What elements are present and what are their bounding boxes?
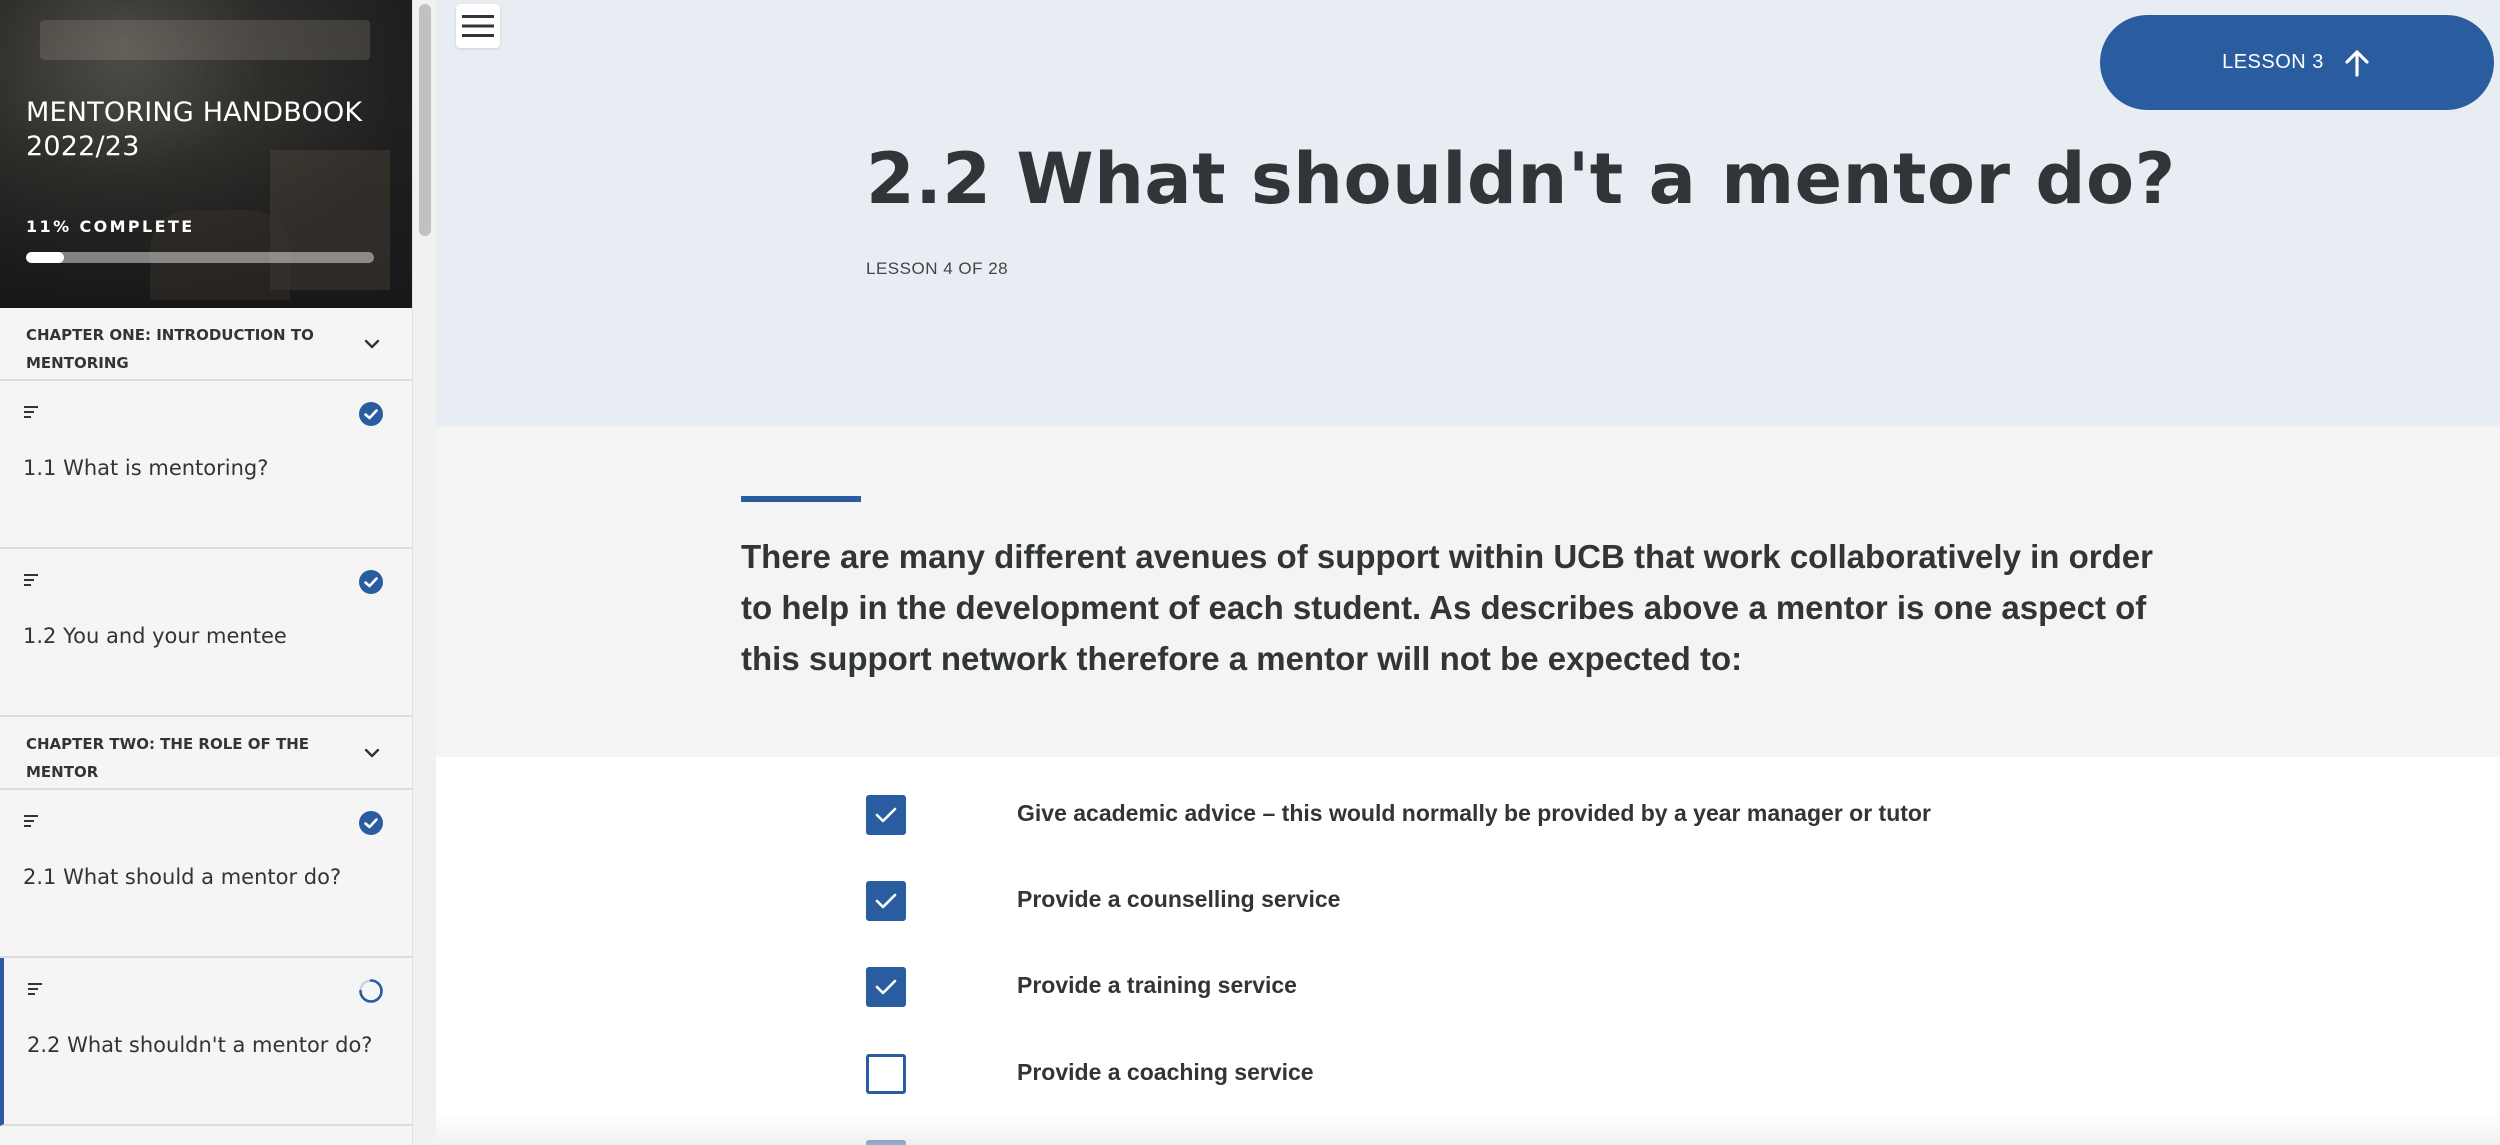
sidebar-lesson-2-2[interactable]: 2.2 What shouldn't a mentor do? — [0, 958, 412, 1126]
sidebar-scrollbar[interactable] — [412, 0, 436, 1145]
accent-divider — [741, 496, 861, 502]
menu-button[interactable] — [456, 4, 500, 48]
chapter-title: CHAPTER TWO: THE ROLE OF THE MENTOR — [26, 735, 310, 781]
chevron-down-icon[interactable] — [362, 743, 382, 763]
completed-check-icon — [359, 570, 383, 594]
checklist-item[interactable]: Provide a counselling service — [866, 881, 2466, 941]
intro-section: There are many different avenues of supp… — [436, 426, 2500, 757]
previous-lesson-button[interactable]: LESSON 3 — [2100, 15, 2494, 110]
checklist-label: Provide a coaching service — [1017, 1059, 1314, 1085]
sidebar-lesson-2-1[interactable]: 2.1 What should a mentor do? — [0, 790, 412, 958]
course-header: MENTORING HANDBOOK 2022/23 11% COMPLETE — [0, 0, 412, 308]
checkbox[interactable] — [866, 1054, 906, 1094]
progress-label: 11% COMPLETE — [26, 217, 195, 236]
header-photo — [40, 20, 370, 60]
in-progress-icon — [359, 979, 383, 1003]
lesson-label: 2.2 What shouldn't a mentor do? — [27, 1033, 373, 1057]
lesson-label: 2.1 What should a mentor do? — [23, 865, 342, 889]
text-lesson-icon — [24, 406, 38, 418]
checklist-section: Give academic advice – this would normal… — [436, 757, 2500, 1145]
progress-bar — [26, 252, 374, 263]
lesson-counter: LESSON 4 OF 28 — [866, 259, 1009, 278]
completed-check-icon — [359, 811, 383, 835]
course-sidebar: MENTORING HANDBOOK 2022/23 11% COMPLETE … — [0, 0, 412, 1145]
hamburger-icon — [462, 15, 494, 37]
checkbox[interactable] — [866, 795, 906, 835]
completed-check-icon — [359, 402, 383, 426]
page-title: 2.2 What shouldn't a mentor do? — [866, 138, 2176, 220]
intro-paragraph: There are many different avenues of supp… — [741, 538, 2153, 677]
checkmark-icon — [875, 979, 897, 995]
text-lesson-icon — [24, 815, 38, 827]
checkbox[interactable] — [866, 881, 906, 921]
scrollbar-thumb[interactable] — [419, 4, 431, 236]
checkbox[interactable] — [866, 967, 906, 1007]
chevron-down-icon[interactable] — [362, 334, 382, 354]
checklist-item[interactable]: Provide a training service — [866, 967, 2466, 1027]
arrow-up-icon — [2345, 49, 2369, 77]
previous-lesson-label: LESSON 3 — [2222, 51, 2324, 73]
checklist-label: Provide a training service — [1017, 972, 1297, 998]
text-lesson-icon — [28, 983, 42, 995]
checkmark-icon — [875, 893, 897, 909]
lesson-content: LESSON 3 2.2 What shouldn't a mentor do?… — [436, 0, 2500, 1145]
scroll-fade — [436, 1115, 2500, 1145]
checklist-label: Provide a counselling service — [1017, 886, 1341, 912]
progress-bar-fill — [26, 252, 65, 263]
sidebar-lesson-1-1[interactable]: 1.1 What is mentoring? — [0, 381, 412, 549]
checklist-item[interactable]: Give academic advice – this would normal… — [866, 795, 2466, 855]
lesson-hero: LESSON 3 2.2 What shouldn't a mentor do?… — [436, 0, 2500, 426]
sidebar-lesson-1-2[interactable]: 1.2 You and your mentee — [0, 549, 412, 717]
chapter-two-header[interactable]: CHAPTER TWO: THE ROLE OF THE MENTOR — [0, 717, 412, 790]
chapter-one-header[interactable]: CHAPTER ONE: INTRODUCTION TO MENTORING — [0, 308, 412, 381]
course-title: MENTORING HANDBOOK 2022/23 — [26, 97, 363, 162]
checklist-item[interactable]: Provide a coaching service — [866, 1054, 2466, 1114]
lesson-label: 1.2 You and your mentee — [23, 624, 287, 648]
chapter-title: CHAPTER ONE: INTRODUCTION TO MENTORING — [26, 326, 314, 372]
text-lesson-icon — [24, 574, 38, 586]
checklist-label: Give academic advice – this would normal… — [1017, 800, 1931, 826]
lesson-label: 1.1 What is mentoring? — [23, 456, 269, 480]
checkmark-icon — [875, 807, 897, 823]
